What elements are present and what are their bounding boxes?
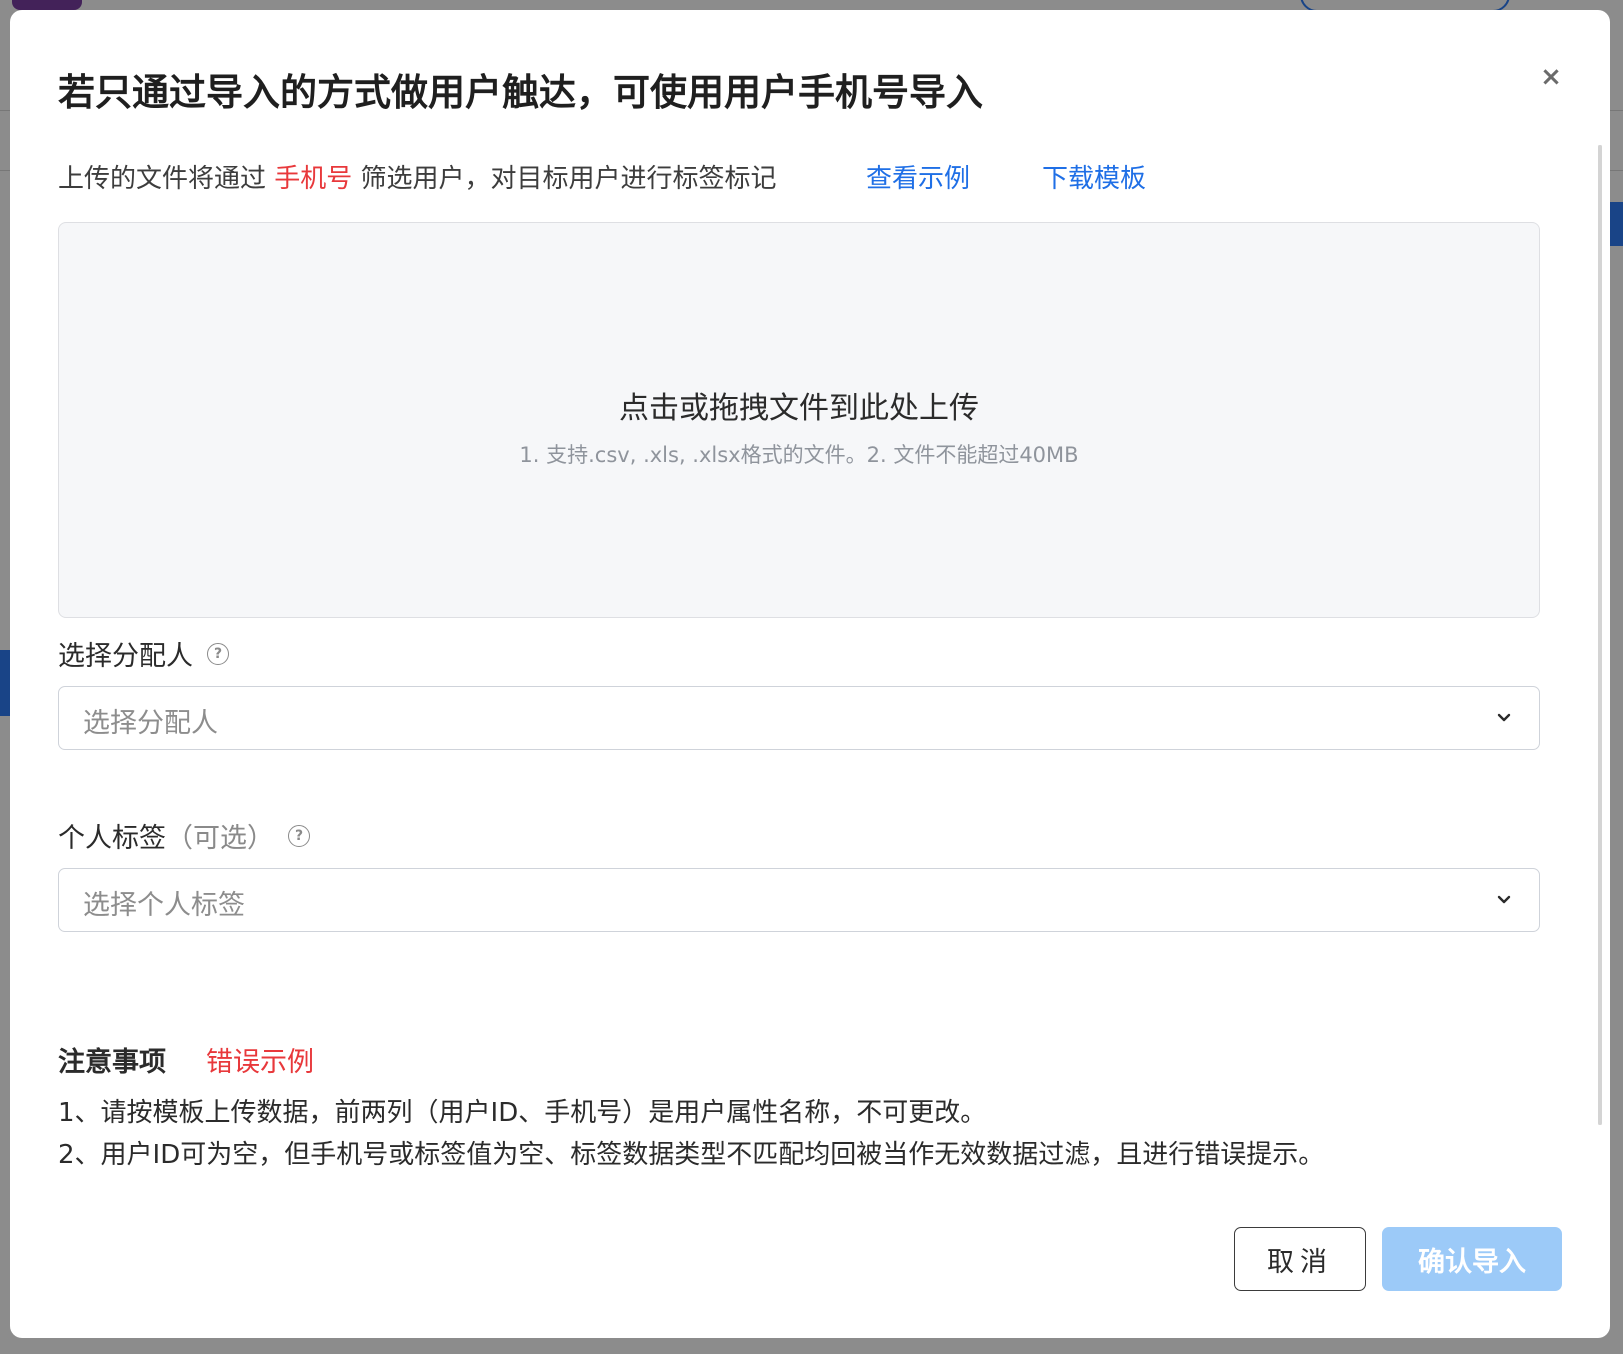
chevron-down-icon — [1497, 895, 1511, 904]
file-upload-dropzone[interactable]: 点击或拖拽文件到此处上传 1. 支持.csv, .xls, .xlsx格式的文件… — [58, 222, 1540, 618]
modal-title: 若只通过导入的方式做用户触达，可使用用户手机号导入 — [58, 71, 983, 114]
intro-highlight: 手机号 — [274, 164, 353, 194]
download-template-link[interactable]: 下载模板 — [1042, 158, 1146, 195]
assignee-select[interactable]: 选择分配人 — [58, 686, 1540, 750]
help-icon[interactable]: ? — [207, 642, 229, 665]
upload-title: 点击或拖拽文件到此处上传 — [619, 391, 979, 426]
cancel-button[interactable]: 取消 — [1234, 1227, 1366, 1291]
assignee-placeholder: 选择分配人 — [83, 708, 218, 739]
optional-suffix: （可选） — [166, 823, 274, 854]
intro-prefix: 上传的文件将通过 — [58, 164, 275, 194]
close-icon[interactable]: × — [1536, 62, 1566, 92]
assignee-label-text: 选择分配人 — [58, 641, 193, 672]
error-example-link[interactable]: 错误示例 — [206, 1040, 314, 1079]
intro-suffix: 筛选用户，对目标用户进行标签标记 — [352, 164, 777, 194]
view-example-link[interactable]: 查看示例 — [866, 158, 970, 195]
note-line: 2、用户ID可为空，但手机号或标签值为空、标签数据类型不匹配均回被当作无效数据过… — [58, 1140, 1325, 1170]
import-modal: 若只通过导入的方式做用户触达，可使用用户手机号导入 × 上传的文件将通过 手机号… — [10, 10, 1610, 1338]
note-line: 1、请按模板上传数据，前两列（用户ID、手机号）是用户属性名称，不可更改。 — [58, 1098, 987, 1128]
personal-tag-label: 个人标签 （可选） ? — [58, 816, 310, 855]
personal-tag-placeholder: 选择个人标签 — [83, 890, 245, 921]
personal-tag-select[interactable]: 选择个人标签 — [58, 868, 1540, 932]
notes-heading: 注意事项 — [58, 1047, 166, 1078]
assignee-label: 选择分配人 ? — [58, 634, 229, 673]
upload-hint: 1. 支持.csv, .xls, .xlsx格式的文件。2. 文件不能超过40M… — [519, 443, 1079, 467]
chevron-down-icon — [1497, 713, 1511, 722]
confirm-import-button[interactable]: 确认导入 — [1382, 1227, 1562, 1291]
personal-tag-label-text: 个人标签 — [58, 823, 166, 854]
intro-text: 上传的文件将通过 手机号 筛选用户，对目标用户进行标签标记 — [58, 158, 777, 195]
help-icon[interactable]: ? — [288, 824, 310, 847]
scrollbar-thumb[interactable] — [1598, 145, 1602, 1125]
